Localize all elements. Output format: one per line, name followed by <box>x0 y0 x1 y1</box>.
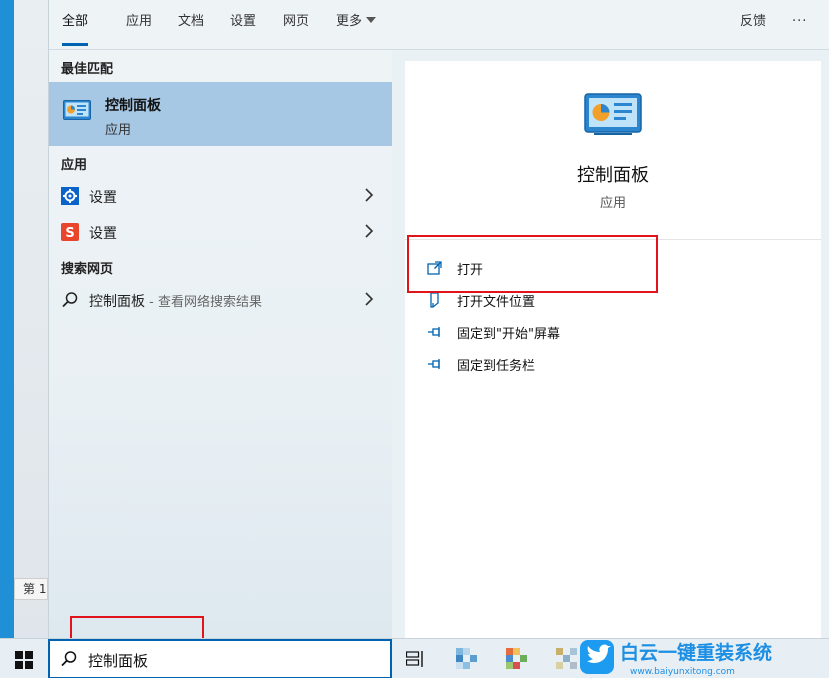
watermark-logo: 白云一键重装系统 www.baiyunxitong.com <box>580 640 772 677</box>
windows-start-icon[interactable] <box>15 651 33 669</box>
watermark-brand: 白云一键重装系统 <box>620 641 772 664</box>
file-location-icon <box>430 292 439 308</box>
best-match-heading: 最佳匹配 <box>61 62 114 77</box>
taskbar-app-icon[interactable] <box>506 648 528 670</box>
task-view-icon[interactable] <box>406 651 424 667</box>
s-logo-icon: S <box>61 223 79 241</box>
tab-web[interactable]: 网页 <box>283 0 309 48</box>
web-search-heading: 搜索网页 <box>61 262 114 277</box>
app-result-settings-label: 设置 <box>89 190 117 206</box>
best-match-item[interactable]: 控制面板 应用 <box>49 82 392 146</box>
tab-more-label: 更多 <box>336 14 363 29</box>
tab-apps[interactable]: 应用 <box>126 0 152 48</box>
web-search-label: 控制面板 - 查看网络搜索结果 <box>89 291 262 311</box>
best-match-name: 控制面板 <box>105 98 161 114</box>
tab-more[interactable]: 更多 <box>336 0 377 48</box>
taskbar-app-icon[interactable] <box>556 648 578 670</box>
open-icon <box>427 261 442 275</box>
taskbar-app-icon[interactable] <box>456 648 478 670</box>
search-icon <box>61 651 77 667</box>
app-result-settings-2[interactable]: S 设置 <box>49 215 392 249</box>
best-match-kind: 应用 <box>105 123 132 138</box>
preview-app-kind: 应用 <box>599 196 626 211</box>
watermark-url: www.baiyunxitong.com <box>630 667 735 677</box>
tab-documents[interactable]: 文档 <box>178 0 204 48</box>
gear-icon <box>61 187 79 205</box>
background-window-strip: 第 1 <box>0 0 48 638</box>
apps-heading: 应用 <box>61 158 88 173</box>
web-search-query: 控制面板 <box>89 294 145 310</box>
app-result-settings-2-label: 设置 <box>89 226 117 242</box>
chevron-right-icon <box>365 188 374 202</box>
results-list: 最佳匹配 控制面板 应用 应用 设置 S 设置 搜索网页 控制面板 - 查看网络… <box>49 50 392 638</box>
action-open-label: 打开 <box>457 263 484 278</box>
action-pin-to-start-label: 固定到"开始"屏幕 <box>457 327 560 342</box>
tab-all[interactable]: 全部 <box>62 0 89 48</box>
svg-text:S: S <box>65 226 74 241</box>
search-panel: 全部 应用 文档 设置 网页 更多 反馈 ··· 最佳匹配 控制面板 应用 应用 <box>48 0 829 638</box>
feedback-button[interactable]: 反馈 <box>740 0 766 48</box>
chevron-right-icon <box>365 224 374 238</box>
taskbar-search-box[interactable] <box>48 639 392 678</box>
search-tabs: 全部 应用 文档 设置 网页 更多 反馈 ··· <box>49 0 829 50</box>
search-icon <box>62 292 78 308</box>
action-open-file-location-label: 打开文件位置 <box>457 295 536 310</box>
web-search-result[interactable]: 控制面板 - 查看网络搜索结果 <box>49 283 392 317</box>
preview-divider <box>405 239 821 240</box>
tab-settings[interactable]: 设置 <box>230 0 256 48</box>
pin-icon <box>428 327 440 337</box>
more-options-button[interactable]: ··· <box>792 0 807 48</box>
preview-app-name: 控制面板 <box>577 165 649 186</box>
app-result-settings[interactable]: 设置 <box>49 179 392 213</box>
watermark: 白云一键重装系统 www.baiyunxitong.com <box>578 634 829 678</box>
control-panel-icon <box>63 100 91 120</box>
chevron-right-icon <box>365 292 374 306</box>
search-input[interactable] <box>88 648 378 672</box>
chevron-down-icon <box>366 17 377 23</box>
control-panel-icon[interactable] <box>584 93 642 135</box>
action-pin-to-taskbar-label: 固定到任务栏 <box>457 359 536 374</box>
pin-icon <box>428 359 440 369</box>
background-blue-bar <box>0 0 14 638</box>
background-page-label: 第 1 <box>14 578 48 600</box>
web-search-suffix: - 查看网络搜索结果 <box>145 295 262 310</box>
preview-pane: 控制面板 应用 打开 打开文件位置 固定到"开始"屏幕 固定到任务栏 <box>405 61 821 638</box>
